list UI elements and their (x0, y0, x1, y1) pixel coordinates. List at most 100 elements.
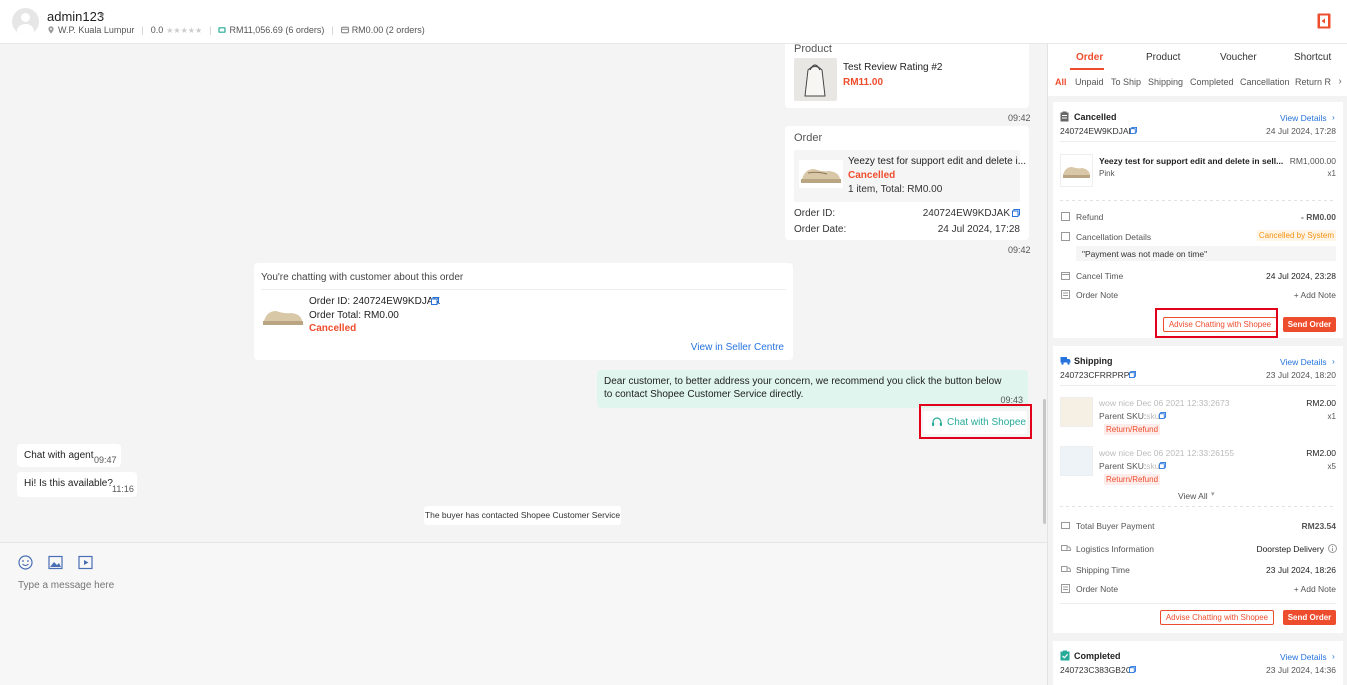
item-qty: x1 (1327, 412, 1336, 421)
wallet-icon (340, 26, 349, 34)
order-status: Cancelled (848, 170, 896, 181)
message-time: 09:42 (1008, 245, 1031, 255)
filter-shipping[interactable]: Shipping (1148, 77, 1183, 87)
message-time: 09:47 (94, 455, 117, 465)
item-sku: sku (1146, 461, 1160, 471)
order-date-label: Order Date: (794, 224, 847, 235)
order-date: 23 Jul 2024, 14:36 (1266, 665, 1336, 675)
cancel-time-value: 24 Jul 2024, 23:28 (1266, 271, 1336, 281)
order-context-card: You're chatting with customer about this… (254, 263, 793, 360)
buyer-message: Hi! Is this available? 11:16 (17, 472, 137, 497)
view-details-link[interactable]: View Details (1280, 652, 1327, 662)
chevron-right-icon[interactable]: › (1333, 76, 1347, 90)
filter-cancellation[interactable]: Cancellation (1240, 77, 1290, 87)
order-date: 23 Jul 2024, 18:20 (1266, 370, 1336, 380)
view-all-link[interactable]: View All (1178, 491, 1208, 501)
product-price: RM11.00 (843, 77, 884, 88)
item-name: wow nice Dec 06 2021 12:33:2673 (1099, 398, 1230, 408)
order-panel: Order Product Voucher Shortcut All Unpai… (1047, 44, 1347, 685)
send-order-button[interactable]: Send Order (1283, 610, 1336, 625)
item-sku: sku (1146, 411, 1160, 421)
chat-header: admin123 ▼ W.P. Kuala Lumpur | 0.0 ★★★★★… (0, 0, 1347, 44)
product-card[interactable]: Product Test Review Rating #2 RM11.00 (785, 44, 1029, 108)
copy-icon[interactable] (431, 297, 439, 305)
product-card-label: Product (794, 44, 832, 55)
chat-scrollbar[interactable] (1043, 399, 1046, 524)
add-note-link[interactable]: + Add Note (1294, 584, 1336, 594)
filter-unpaid[interactable]: Unpaid (1075, 77, 1104, 87)
total-orders-value: RM11,056.69 (6 orders) (229, 25, 325, 35)
send-order-button[interactable]: Send Order (1283, 317, 1336, 332)
order-card-shipping: Shipping View Details › 240723CFRRPRPX 2… (1053, 346, 1343, 633)
buyer-rating: 0.0 (150, 25, 164, 35)
location-pin-icon (48, 26, 54, 34)
chevron-down-icon[interactable]: ▾ (1211, 490, 1215, 498)
order-id: 240723C383GB2C (1060, 665, 1132, 675)
order-id: 240723CFRRPRPX (1060, 370, 1136, 380)
chevron-right-icon[interactable]: › (1332, 112, 1335, 122)
chat-messages[interactable]: Product Test Review Rating #2 RM11.00 09… (0, 44, 1047, 542)
item-sku-label: Parent SKU: (1099, 411, 1147, 421)
exit-icon[interactable] (1317, 13, 1331, 29)
shipping-time-value: 23 Jul 2024, 18:26 (1266, 565, 1336, 575)
copy-icon[interactable] (1159, 462, 1166, 469)
filter-completed[interactable]: Completed (1190, 77, 1234, 87)
active-tab-indicator (1070, 68, 1104, 70)
tab-voucher[interactable]: Voucher (1220, 52, 1257, 63)
buyer-meta: W.P. Kuala Lumpur | 0.0 ★★★★★ | RM11,056… (47, 25, 425, 35)
order-summary: 1 item, Total: RM0.00 (848, 184, 943, 195)
advise-chatting-button[interactable]: Advise Chatting with Shopee (1160, 610, 1274, 625)
order-id-label: Order ID: (794, 208, 836, 219)
view-details-link[interactable]: View Details (1280, 113, 1327, 123)
tab-order[interactable]: Order (1076, 52, 1103, 63)
order-card[interactable]: Order Yeezy test for support edit and de… (785, 126, 1029, 240)
return-refund-tag: Return/Refund (1104, 474, 1161, 485)
item-thumbnail (1060, 446, 1093, 476)
view-in-seller-centre-link[interactable]: View in Seller Centre (691, 342, 784, 353)
filter-return-refund[interactable]: Return R (1295, 77, 1331, 87)
return-refund-tag: Return/Refund (1104, 424, 1161, 435)
context-title: You're chatting with customer about this… (261, 272, 464, 283)
order-status-label: Cancelled (1074, 112, 1117, 122)
message-input[interactable] (18, 580, 918, 591)
image-icon[interactable] (48, 555, 63, 570)
filter-all[interactable]: All (1055, 77, 1067, 87)
filter-to-ship[interactable]: To Ship (1111, 77, 1141, 87)
copy-icon[interactable] (1129, 666, 1136, 673)
product-thumbnail (794, 58, 837, 101)
total-payment-value: RM23.54 (1301, 521, 1337, 531)
chevron-down-icon[interactable]: ▼ (98, 11, 106, 20)
copy-icon[interactable] (1012, 209, 1020, 217)
system-message: Dear customer, to better address your co… (597, 370, 1028, 408)
clipboard-icon (1060, 111, 1069, 122)
emoji-icon[interactable] (18, 555, 33, 570)
copy-icon[interactable] (1129, 371, 1136, 378)
avatar[interactable] (12, 8, 39, 35)
chevron-right-icon[interactable]: › (1332, 651, 1335, 661)
pending-value: RM0.00 (2 orders) (351, 25, 425, 35)
shoe-thumbnail (261, 301, 305, 331)
context-order-total: Order Total: RM0.00 (309, 310, 399, 321)
item-sku-label: Parent SKU: (1099, 461, 1147, 471)
tab-product[interactable]: Product (1146, 52, 1180, 63)
item-variant: Pink (1099, 169, 1115, 178)
item-thumbnail (1060, 397, 1093, 427)
panel-tabs: Order Product Voucher Shortcut All Unpai… (1048, 44, 1347, 96)
order-status-label: Shipping (1074, 356, 1113, 366)
buyer-location: W.P. Kuala Lumpur (58, 25, 135, 35)
add-note-link[interactable]: + Add Note (1294, 290, 1336, 300)
shipping-time-icon (1061, 566, 1071, 572)
item-qty: x1 (1327, 169, 1336, 178)
context-status: Cancelled (309, 323, 357, 334)
star-rating-icon: ★★★★★ (166, 25, 203, 35)
copy-icon[interactable] (1130, 127, 1137, 134)
video-icon[interactable] (78, 555, 93, 570)
info-icon[interactable] (1328, 544, 1337, 553)
buyer-username[interactable]: admin123 (47, 9, 104, 24)
tab-shortcut[interactable]: Shortcut (1294, 52, 1331, 63)
buyer-message: Chat with agent 09:47 (17, 444, 121, 467)
order-date: 24 Jul 2024, 17:28 (1266, 126, 1336, 136)
chevron-right-icon[interactable]: › (1332, 356, 1335, 366)
view-details-link[interactable]: View Details (1280, 357, 1327, 367)
copy-icon[interactable] (1159, 412, 1166, 419)
